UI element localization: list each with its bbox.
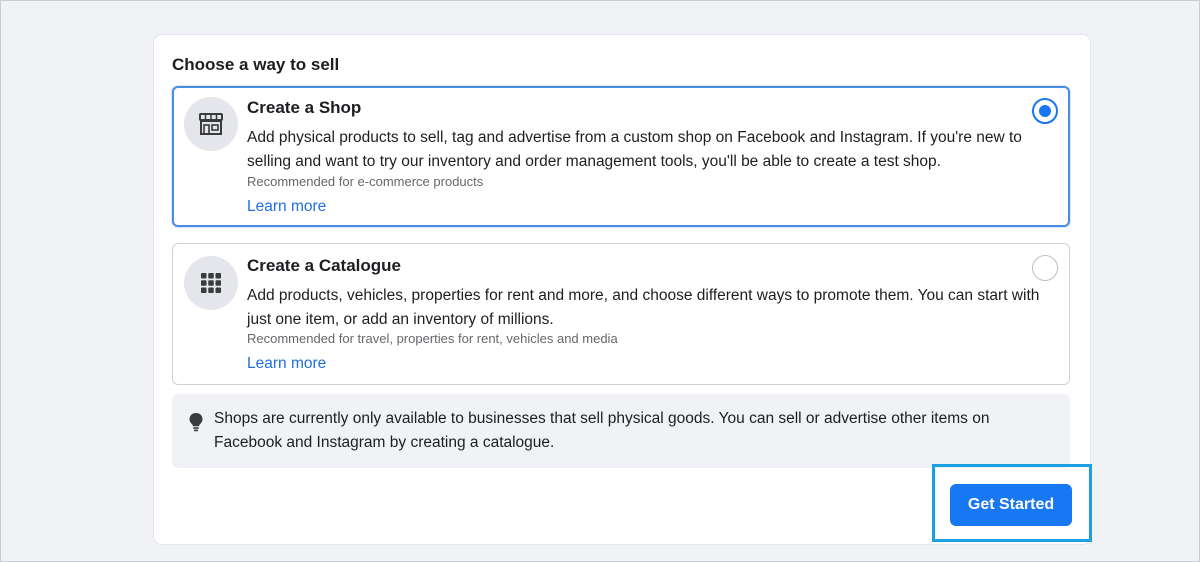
- page-title: Choose a way to sell: [172, 55, 340, 74]
- option-create-shop[interactable]: Create a Shop Add physical products to s…: [172, 86, 1070, 227]
- lightbulb-icon: [189, 413, 203, 432]
- radio-create-shop[interactable]: [1032, 98, 1058, 124]
- option-recommendation: Recommended for travel, properties for r…: [247, 331, 618, 346]
- option-description: Add physical products to sell, tag and a…: [247, 129, 1022, 170]
- storefront-icon: [184, 97, 238, 151]
- learn-more-link[interactable]: Learn more: [247, 355, 326, 373]
- option-title: Create a Catalogue: [247, 256, 401, 275]
- option-description: Add products, vehicles, properties for r…: [247, 287, 1040, 328]
- option-recommendation: Recommended for e-commerce products: [247, 174, 484, 189]
- get-started-button[interactable]: Get Started: [950, 484, 1072, 526]
- learn-more-link[interactable]: Learn more: [247, 198, 326, 216]
- grid-icon: [184, 256, 238, 310]
- option-create-catalogue[interactable]: Create a Catalogue Add products, vehicle…: [172, 243, 1070, 385]
- info-notice: Shops are currently only available to bu…: [172, 394, 1070, 468]
- notice-text: Shops are currently only available to bu…: [214, 410, 990, 451]
- radio-create-catalogue[interactable]: [1032, 255, 1058, 281]
- option-title: Create a Shop: [247, 98, 362, 117]
